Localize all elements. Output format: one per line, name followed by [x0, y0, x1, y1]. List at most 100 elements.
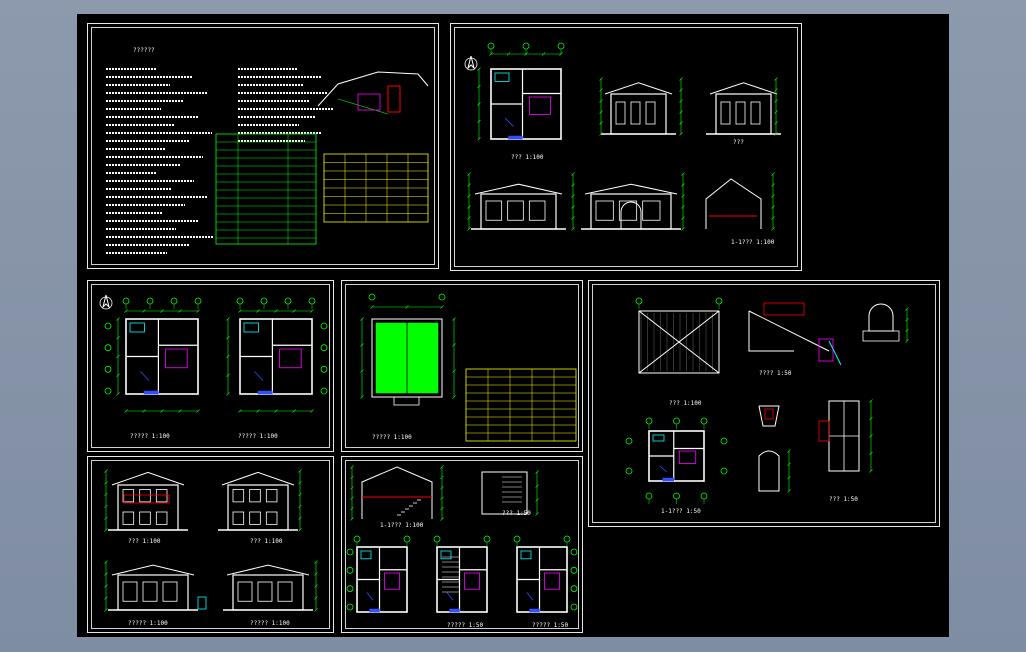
arch-window-detail [868, 303, 894, 332]
plan-fixture [165, 348, 188, 369]
plan-window [369, 608, 380, 613]
elev-caption-b: ??? [733, 139, 744, 146]
roof-line [584, 183, 678, 195]
site-lot [357, 93, 381, 111]
elevation-window [249, 489, 261, 503]
elevation-window [595, 200, 614, 221]
north-arrow [99, 296, 113, 310]
axis-bubble [700, 417, 708, 425]
column-core [764, 408, 774, 420]
axis-bubble [645, 492, 653, 500]
schedule-table [465, 368, 577, 442]
plan-fixture [360, 550, 372, 560]
drawing-canvas[interactable]: ?????? ??? 1:100 ??? 1-1??? 1:100 ????? … [77, 14, 949, 637]
hip-line [638, 341, 720, 374]
downpipe [197, 596, 207, 610]
elevation-outline [117, 484, 179, 531]
axis-bubble [673, 492, 680, 500]
axis-bubble [625, 467, 633, 475]
eave-slope [748, 310, 830, 352]
axis-bubble [346, 548, 354, 556]
axis-bubble [700, 492, 708, 500]
baluster-detail [758, 450, 780, 492]
north-arrow-pointer [102, 294, 110, 309]
roof-line [111, 564, 195, 576]
stairs-caption-d: ????? 1:50 [532, 622, 569, 629]
elevation-window [139, 511, 151, 525]
plan-window [257, 390, 273, 395]
elevation-window [155, 489, 168, 503]
elevation-window [122, 581, 138, 602]
plan-window [508, 135, 523, 140]
cad-viewport[interactable]: ?????? ??? 1:100 ??? 1-1??? 1:100 ????? … [0, 0, 1026, 652]
elevation-window [257, 581, 273, 602]
elevation-window [162, 581, 178, 602]
elevation-window [265, 511, 278, 525]
axis-bubble [346, 603, 354, 611]
north-arrow-pointer [467, 55, 475, 70]
sheet-details[interactable]: ??? 1:100 ???? 1:50 1-1??? 1:50 ??? 1:50 [588, 280, 940, 527]
axis-bubble [487, 42, 495, 50]
plan-fixture [494, 72, 510, 82]
north-arrow [464, 57, 478, 71]
sections-caption-a: ??? 1:100 [128, 538, 161, 545]
axis-bubble [104, 322, 112, 330]
plan-fixture [279, 348, 302, 369]
plan-fixture [520, 550, 532, 560]
elevation-outline [227, 484, 289, 531]
section-outline [705, 178, 762, 229]
floor-plans-drawing: ????? 1:100 ????? 1:100 [99, 294, 328, 440]
sections-drawing: ??? 1:100 ??? 1:100 ????? 1:100 ????? 1:… [104, 469, 318, 627]
plan-door-swing [366, 592, 374, 601]
plan-door-swing [140, 371, 150, 381]
elevation-window [139, 489, 151, 503]
plan-door-swing [446, 592, 454, 601]
sheet-roof-plan[interactable]: ????? 1:100 [341, 280, 583, 452]
details-caption-c: 1-1??? 1:50 [661, 508, 701, 515]
axis-bubble [346, 585, 354, 593]
axis-bubble [368, 293, 376, 301]
plan-door-swing [659, 465, 667, 473]
elevation-window [232, 489, 245, 503]
details-drawing: ??? 1:100 ???? 1:50 1-1??? 1:50 ??? 1:50 [625, 297, 909, 515]
axis-bubble [720, 437, 728, 445]
elev-caption-c: 1-1??? 1:100 [731, 239, 775, 246]
elevation-window [265, 489, 278, 503]
sections-caption-b: ??? 1:100 [250, 538, 283, 545]
roof-porch [393, 396, 420, 406]
plan-fixture [544, 572, 560, 590]
axis-bubble [104, 344, 112, 352]
stair-section-outline [361, 466, 433, 519]
axis-bubble [320, 322, 328, 330]
axis-bubble [513, 535, 521, 543]
stairs-caption-c: ????? 1:50 [447, 622, 484, 629]
stairs-caption-a: 1-1??? 1:100 [380, 522, 424, 529]
axis-bubble [715, 297, 723, 305]
sheet-sections[interactable]: ??? 1:100 ??? 1:100 ????? 1:100 ????? 1:… [87, 456, 334, 633]
sheet-floor-plans[interactable]: ????? 1:100 ????? 1:100 [87, 280, 334, 452]
axis-bubble [438, 293, 446, 301]
plan-fixture [384, 572, 400, 590]
window-frame-detail [818, 420, 830, 442]
sheet-stair-plans[interactable]: 1-1??? 1:100 ??? 1:50 ????? 1:50 ????? 1… [341, 456, 583, 633]
plan-door-swing [504, 117, 514, 127]
site-outline [317, 71, 429, 107]
axis-bubble [104, 387, 112, 395]
sheet-design-notes[interactable]: ?????? [87, 23, 439, 269]
plan-window [529, 608, 540, 613]
axis-bubble [170, 297, 178, 305]
axis-bubble [308, 297, 316, 305]
plan-window [143, 390, 159, 395]
axis-bubble [353, 535, 361, 543]
site-building [387, 85, 401, 113]
elevation-window [122, 489, 135, 503]
plan-fixture [678, 450, 697, 464]
axis-bubble [570, 566, 578, 574]
elevation-window [618, 200, 638, 221]
elevation-outline [232, 574, 304, 611]
sheet-elevations[interactable]: ??? 1:100 ??? 1-1??? 1:100 [450, 23, 802, 271]
axis-bubble [284, 297, 292, 305]
roof-plan-drawing: ????? 1:100 [360, 293, 577, 442]
axis-bubble [236, 297, 244, 305]
plan-fixture [243, 322, 259, 333]
